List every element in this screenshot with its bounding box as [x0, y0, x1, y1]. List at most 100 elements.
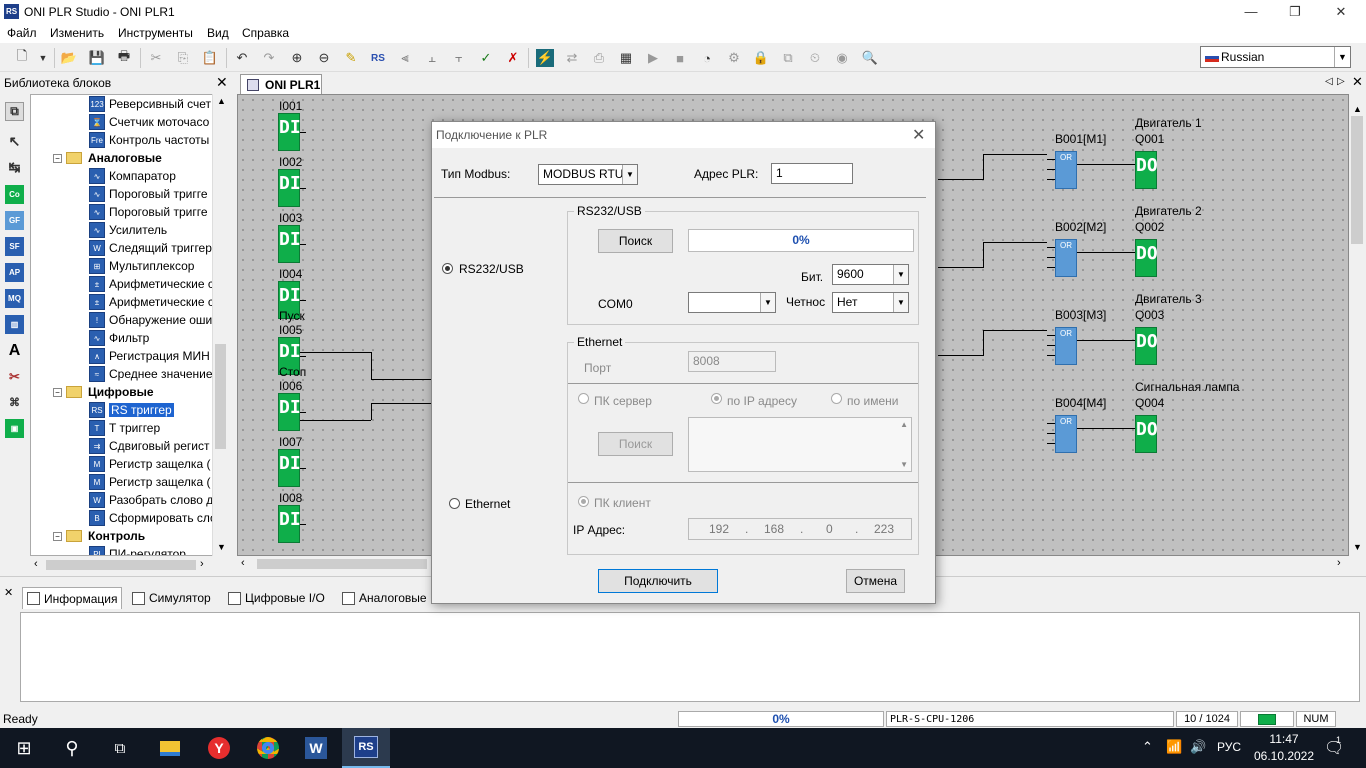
clock-time[interactable]: 11:47 — [1264, 732, 1304, 746]
volume-icon[interactable]: 🔊 — [1190, 739, 1206, 755]
do-block[interactable]: DO — [1135, 415, 1158, 453]
tab-digital-io[interactable]: Цифровые I/O — [224, 587, 329, 609]
tree-item[interactable]: ⌛ Счетчик моточасо — [89, 113, 209, 131]
word-icon[interactable]: W — [292, 728, 340, 768]
gf-block-icon[interactable]: GF — [5, 211, 24, 230]
check-icon[interactable]: ✓ — [477, 49, 495, 67]
chrome-icon[interactable] — [244, 728, 292, 768]
oni-plr-studio-task[interactable]: RS — [342, 728, 390, 768]
chevron-down-icon[interactable]: ▼ — [1334, 47, 1350, 67]
block-library-icon[interactable]: ⧉ — [5, 102, 24, 121]
run-icon[interactable]: ▶ — [644, 49, 662, 67]
delete-x-icon[interactable]: ✗ — [504, 49, 522, 67]
rs232-radio[interactable] — [442, 263, 453, 274]
scroll-up-icon[interactable]: ▲ — [217, 96, 226, 106]
rs-icon[interactable]: RS — [369, 49, 387, 67]
net-icon[interactable]: ⌘ — [5, 393, 24, 412]
canvas-vscroll-thumb[interactable] — [1351, 116, 1363, 244]
tab-analog[interactable]: Аналоговые — [338, 587, 431, 609]
do-block[interactable]: DO — [1135, 239, 1158, 277]
page-icon[interactable]: ▣ — [5, 419, 24, 438]
tree-item[interactable]: ∿ Фильтр — [89, 329, 149, 347]
stop-icon[interactable]: ■ — [671, 49, 689, 67]
search-icon[interactable]: 🔍 — [861, 49, 879, 67]
parity-select[interactable]: Нет ▼ — [832, 292, 909, 313]
or-block[interactable]: OR — [1055, 151, 1077, 189]
baud-select[interactable]: 9600 ▼ — [832, 264, 909, 285]
copy-device-icon[interactable]: ⧉ — [779, 49, 797, 67]
tree-horizontal-scrollbar[interactable]: ‹ › — [30, 557, 228, 573]
ap-block-icon[interactable]: AP — [5, 263, 24, 282]
canvas-hscroll-thumb[interactable] — [257, 559, 427, 569]
connect-wire-icon[interactable]: ↹ — [5, 158, 24, 177]
scroll-down-icon[interactable]: ▼ — [900, 460, 908, 469]
file-explorer-icon[interactable] — [146, 728, 194, 768]
scroll-right-icon[interactable]: › — [200, 558, 204, 570]
plc-icon[interactable]: ▦ — [617, 49, 635, 67]
cut-wire-icon[interactable]: ✂ — [5, 367, 24, 386]
menu-view[interactable]: Вид — [207, 26, 229, 40]
ip-address-field[interactable]: 192 . 168 . 0 . 223 — [688, 518, 912, 540]
menu-tools[interactable]: Инструменты — [118, 26, 193, 40]
co-block-icon[interactable]: Co — [5, 185, 24, 204]
di-block[interactable]: DI — [278, 393, 301, 431]
panel-pin-icon[interactable]: ✕ — [4, 586, 13, 599]
sf-block-icon[interactable]: SF — [5, 237, 24, 256]
zoom-in-icon[interactable]: ⊕ — [288, 49, 306, 67]
di-block[interactable]: DI — [278, 169, 301, 207]
tree-item[interactable]: T T триггер — [89, 419, 160, 437]
scroll-up-icon[interactable]: ▲ — [1353, 104, 1362, 114]
minimize-button[interactable]: — — [1228, 0, 1274, 24]
scroll-left-icon[interactable]: ‹ — [34, 558, 38, 570]
chevron-down-icon[interactable]: ▼ — [893, 265, 908, 284]
tree-item[interactable]: ⊞ Мультиплексор — [89, 257, 194, 275]
scroll-left-icon[interactable]: ‹ — [241, 557, 245, 569]
taskbar-search-icon[interactable]: ⚲ — [48, 728, 96, 768]
scroll-down-icon[interactable]: ▼ — [217, 542, 226, 552]
pencil-icon[interactable]: ✎ — [342, 49, 360, 67]
cut-icon[interactable]: ✂ — [147, 49, 165, 67]
connect-icon[interactable]: ⚡ — [536, 49, 554, 67]
transfer-icon[interactable]: ⇄ — [563, 49, 581, 67]
tree-item[interactable]: ⇉ Сдвиговый регист — [89, 437, 210, 455]
network-icon[interactable]: 📶 — [1166, 739, 1182, 755]
or-block[interactable]: OR — [1055, 327, 1077, 365]
tree-item[interactable]: ∿ Пороговый тригге — [89, 185, 208, 203]
modbus-type-select[interactable]: MODBUS RTU ▼ — [538, 164, 638, 185]
tree-scroll-thumb[interactable] — [215, 344, 226, 449]
mq-block-icon[interactable]: MQ — [5, 289, 24, 308]
tab-next-icon[interactable]: ▷ — [1337, 76, 1345, 87]
clock-icon[interactable]: ⏲ — [806, 49, 824, 67]
zoom-out-icon[interactable]: ⊖ — [315, 49, 333, 67]
dialog-close-icon[interactable]: ✕ — [912, 125, 925, 145]
menu-edit[interactable]: Изменить — [50, 26, 104, 40]
tab-oni-plr1[interactable]: ONI PLR1 — [240, 74, 322, 94]
tree-item[interactable]: RS RS триггер — [89, 401, 174, 419]
notifications-icon[interactable]: 🗨 — [1324, 738, 1344, 758]
clock-date[interactable]: 06.10.2022 — [1252, 749, 1316, 763]
align-bottom-icon[interactable]: ⫟ — [450, 49, 468, 67]
yandex-browser-icon[interactable]: Y — [195, 728, 243, 768]
do-block[interactable]: DO — [1135, 327, 1158, 365]
undo-icon[interactable]: ↶ — [233, 49, 251, 67]
tab-simulator[interactable]: Симулятор — [128, 587, 215, 609]
tree-item[interactable]: M Регистр защелка ( — [89, 473, 210, 491]
pc-client-radio[interactable] — [578, 496, 589, 507]
rs232-search-button[interactable]: Поиск — [598, 229, 673, 253]
password-icon[interactable]: 🔒 — [752, 49, 770, 67]
menu-file[interactable]: Файл — [7, 26, 37, 40]
di-block[interactable]: DI — [278, 449, 301, 487]
tab-prev-icon[interactable]: ◁ — [1325, 76, 1333, 87]
scroll-up-icon[interactable]: ▲ — [900, 420, 908, 429]
tree-vertical-scrollbar[interactable]: ▲ ▼ — [212, 94, 228, 556]
tree-hscroll-thumb[interactable] — [46, 560, 196, 570]
tree-item[interactable]: ∧ Регистрация МИН — [89, 347, 210, 365]
settings-icon[interactable]: ⚙ — [725, 49, 743, 67]
eye-icon[interactable]: ◉ — [833, 49, 851, 67]
language-select[interactable]: Russian ▼ — [1200, 46, 1351, 68]
tree-folder[interactable]: − Цифровые — [53, 383, 154, 401]
tree-item[interactable]: ∿ Усилитель — [89, 221, 167, 239]
new-dropdown-icon[interactable]: ▼ — [34, 49, 52, 67]
or-block[interactable]: OR — [1055, 415, 1077, 453]
tree-item[interactable]: ∿ Компаратор — [89, 167, 176, 185]
